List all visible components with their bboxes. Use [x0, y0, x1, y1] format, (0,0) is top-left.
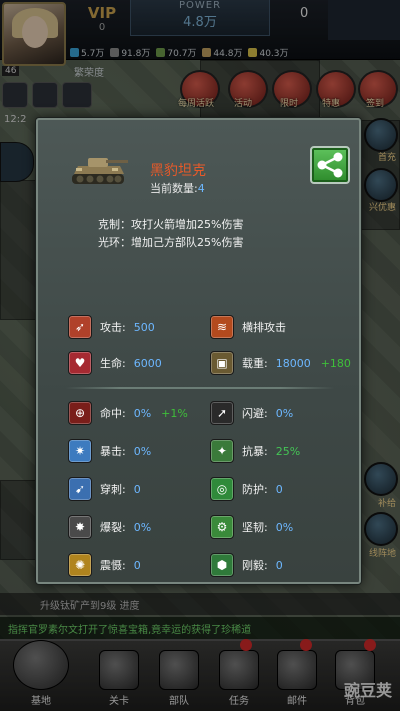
accuracy-icon: ⊕	[68, 401, 92, 425]
stat-pierce: ➹ 穿刺: 0	[68, 476, 141, 502]
burst-icon: ✸	[68, 515, 92, 539]
stat-label: 穿刺:	[100, 483, 126, 496]
stat-value: 500	[133, 320, 155, 334]
attack-icon: ➶	[68, 315, 92, 339]
stat-cargo: ▣ 载重: 18000 +180	[210, 350, 351, 376]
stat-value: 0%	[275, 406, 294, 420]
stat-label: 闪避:	[242, 407, 268, 420]
stat-critical: ✷ 暴击: 0%	[68, 438, 151, 464]
stat-deter: ✺ 震慑: 0	[68, 552, 141, 578]
stat-value: 0	[275, 482, 283, 496]
stat-value: 6000	[133, 356, 162, 370]
stat-health: ♥ 生命: 6000	[68, 350, 162, 376]
stat-fortitude: ⬢ 刚毅: 0	[210, 552, 283, 578]
stat-burst: ✸ 爆裂: 0%	[68, 514, 151, 540]
stat-label: 震慑:	[100, 559, 126, 572]
dialog-header: 黑豹坦克 当前数量:4	[38, 120, 359, 212]
stat-accuracy: ⊕ 命中: 0% +1%	[68, 400, 188, 426]
stat-value: 0	[133, 558, 141, 572]
fortitude-icon: ⬢	[210, 553, 234, 577]
count-label: 当前数量:	[150, 182, 198, 195]
stat-label: 抗暴:	[242, 445, 268, 458]
stat-value: 0%	[133, 406, 152, 420]
stat-label: 爆裂:	[100, 521, 126, 534]
unit-info-dialog: 黑豹坦克 当前数量:4 克制：攻打火箭增加25%伤害 光环：增加己方部队25%伤…	[36, 118, 361, 584]
unit-count: 当前数量:4	[150, 180, 205, 196]
share-button[interactable]	[310, 146, 350, 184]
stat-label: 暴击:	[100, 445, 126, 458]
share-icon	[317, 152, 343, 178]
stat-row-attack: ≋ 横排攻击	[210, 314, 286, 340]
stat-value: 0	[133, 482, 141, 496]
stat-label: 防护:	[242, 483, 268, 496]
pierce-icon: ➹	[68, 477, 92, 501]
deter-icon: ✺	[68, 553, 92, 577]
anti-critical-icon: ✦	[210, 439, 234, 463]
stat-bonus: +180	[320, 356, 351, 370]
stats-divider	[66, 387, 334, 389]
critical-icon: ✷	[68, 439, 92, 463]
tenacity-icon: ⚙	[210, 515, 234, 539]
stat-label: 载重:	[242, 357, 268, 370]
stat-value: 18000	[275, 356, 311, 370]
stat-label: 攻击:	[100, 321, 126, 334]
stat-anti-critical: ✦ 抗暴: 25%	[210, 438, 300, 464]
stat-label: 坚韧:	[242, 521, 268, 534]
stat-attack: ➶ 攻击: 500	[68, 314, 155, 340]
stat-tenacity: ⚙ 坚韧: 0%	[210, 514, 293, 540]
stat-value: 0	[275, 558, 283, 572]
stat-value: 0%	[275, 520, 294, 534]
stat-value: 25%	[275, 444, 301, 458]
stat-bonus: +1%	[161, 406, 188, 420]
counter-description: 克制：攻打火箭增加25%伤害	[98, 218, 244, 231]
stat-label: 命中:	[100, 407, 126, 420]
tank-icon	[72, 158, 128, 184]
row-attack-icon: ≋	[210, 315, 234, 339]
stat-label: 横排攻击	[242, 321, 286, 334]
stat-label: 刚毅:	[242, 559, 268, 572]
cargo-icon: ▣	[210, 351, 234, 375]
protection-icon: ◎	[210, 477, 234, 501]
stat-protection: ◎ 防护: 0	[210, 476, 283, 502]
stat-value: 0%	[133, 444, 152, 458]
stat-label: 生命:	[100, 357, 126, 370]
stat-value: 0%	[133, 520, 152, 534]
dodge-icon: ➚	[210, 401, 234, 425]
count-value: 4	[197, 182, 205, 195]
health-icon: ♥	[68, 351, 92, 375]
unit-name: 黑豹坦克	[150, 163, 206, 179]
stat-dodge: ➚ 闪避: 0%	[210, 400, 293, 426]
aura-description: 光环：增加己方部队25%伤害	[98, 236, 244, 249]
